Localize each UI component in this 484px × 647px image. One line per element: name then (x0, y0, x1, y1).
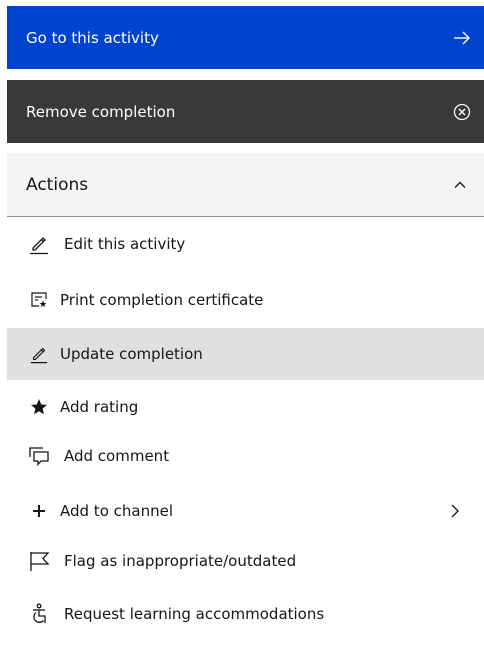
menu-item-add-comment[interactable]: Add comment (7, 430, 484, 482)
menu-item-print-certificate[interactable]: Print completion certificate (7, 274, 484, 326)
menu-item-update-completion[interactable]: Update completion (7, 328, 484, 380)
remove-completion-button[interactable]: Remove completion (7, 80, 484, 143)
flag-icon (28, 550, 50, 572)
menu-item-label: Flag as inappropriate/outdated (64, 552, 297, 570)
certificate-icon (28, 289, 50, 311)
edit-icon (28, 343, 50, 365)
menu-item-request-accommodations[interactable]: Request learning accommodations (7, 588, 484, 640)
remove-completion-label: Remove completion (26, 102, 176, 121)
menu-item-label: Update completion (60, 345, 203, 363)
comment-icon (28, 445, 50, 467)
add-icon (28, 500, 50, 522)
menu-item-add-rating[interactable]: Add rating (7, 381, 484, 433)
edit-icon (28, 233, 50, 255)
menu-item-label: Print completion certificate (60, 291, 264, 309)
menu-item-edit-activity[interactable]: Edit this activity (7, 218, 484, 270)
accessibility-icon (28, 603, 50, 625)
star-icon (28, 396, 50, 418)
menu-item-label: Request learning accommodations (64, 605, 325, 623)
go-to-activity-label: Go to this activity (26, 28, 159, 47)
go-to-activity-button[interactable]: Go to this activity (7, 6, 484, 69)
menu-item-label: Add to channel (60, 502, 173, 520)
menu-item-label: Add comment (64, 447, 170, 465)
menu-item-label: Edit this activity (64, 235, 186, 253)
actions-title: Actions (26, 174, 89, 195)
chevron-right-icon (446, 502, 464, 520)
actions-accordion-header[interactable]: Actions (7, 153, 484, 217)
menu-item-add-to-channel[interactable]: Add to channel (7, 485, 484, 537)
close-circle-icon (452, 102, 472, 122)
menu-item-flag[interactable]: Flag as inappropriate/outdated (7, 535, 484, 587)
arrow-right-icon (452, 28, 472, 48)
menu-item-label: Add rating (60, 398, 139, 416)
chevron-up-icon (450, 175, 470, 195)
